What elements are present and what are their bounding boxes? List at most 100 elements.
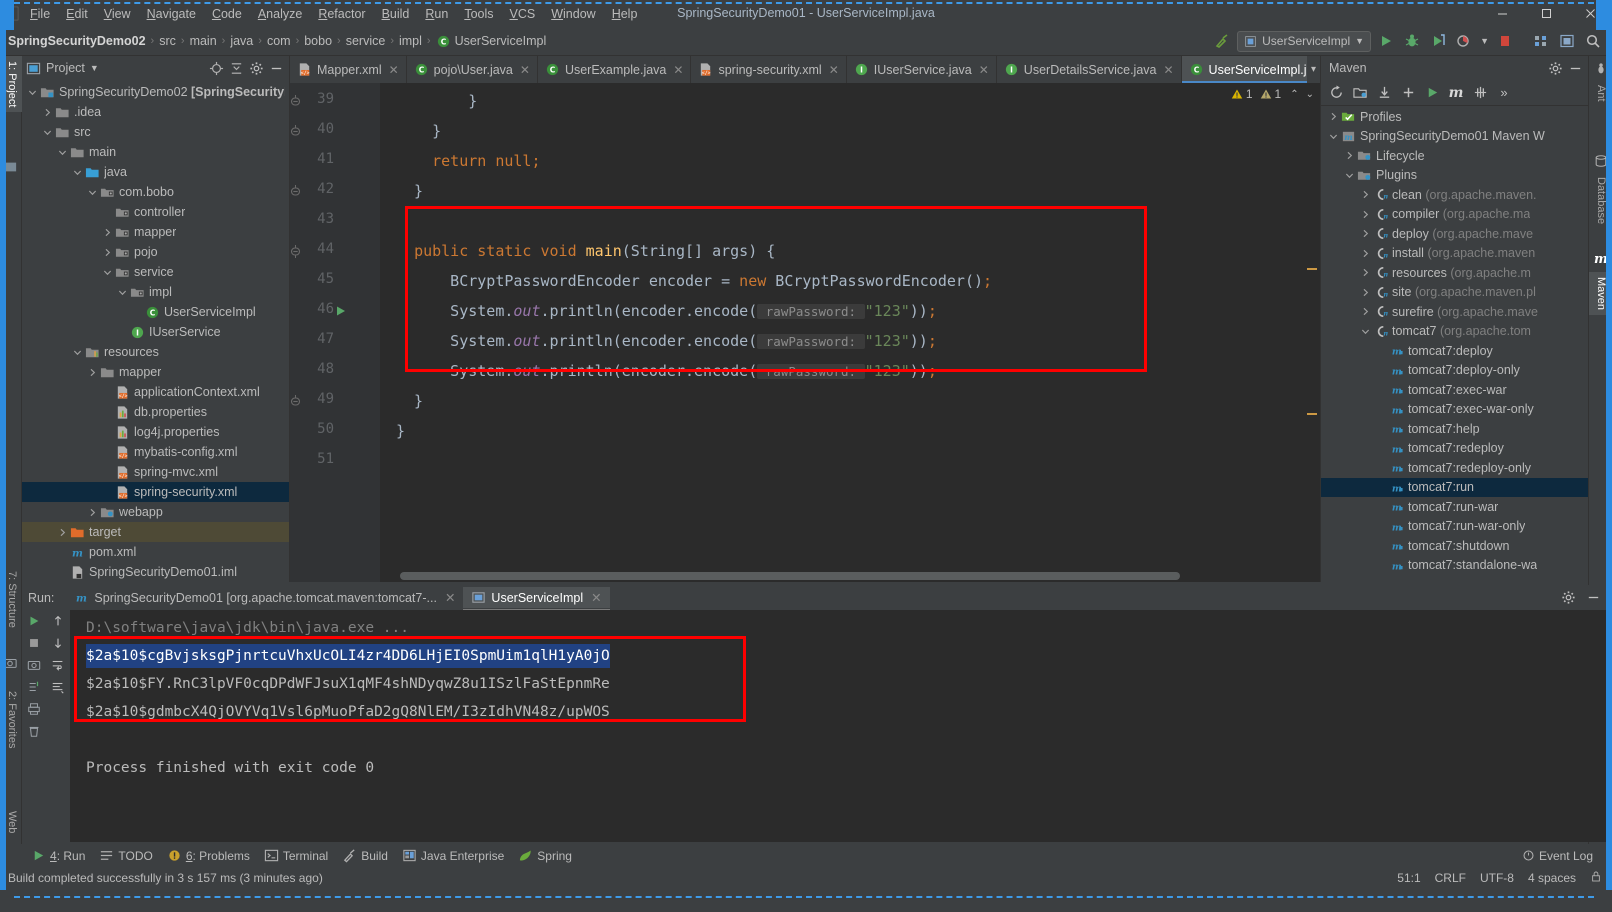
bottom-tab-6problems[interactable]: 6: Problems: [160, 846, 257, 865]
delete-icon[interactable]: [27, 724, 41, 741]
code-line[interactable]: System.out.println(encoder.encode( rawPa…: [396, 331, 937, 352]
close-icon[interactable]: ✕: [673, 63, 683, 77]
fold-marker-icon[interactable]: [290, 125, 301, 141]
breadcrumb-item-com[interactable]: com: [267, 34, 291, 48]
tree-node-mybatisconfigxml[interactable]: </> mybatis-config.xml: [22, 442, 289, 462]
breadcrumb-item-springsecuritydemo02[interactable]: SpringSecurityDemo02: [8, 34, 146, 48]
print-icon[interactable]: [27, 702, 41, 719]
event-log-button[interactable]: Event Log: [1515, 847, 1600, 865]
run-maven-goal-icon[interactable]: [1421, 82, 1443, 104]
execute-maven-goal-icon[interactable]: m: [1445, 82, 1467, 104]
editor-tabs-overflow[interactable]: ▾: [1306, 56, 1320, 83]
menu-item-window[interactable]: Window: [543, 3, 603, 25]
breadcrumb-item-impl[interactable]: impl: [399, 34, 422, 48]
run-tab-springsecuritydemo01orgapa[interactable]: m SpringSecurityDemo01 [org.apache.tomcat…: [66, 587, 463, 608]
maximize-button[interactable]: [1524, 0, 1568, 27]
code-line[interactable]: }: [396, 121, 441, 141]
tree-node-java[interactable]: java: [22, 162, 289, 182]
maven-node-tomcat7deployonly[interactable]: m tomcat7:deploy-only: [1321, 361, 1588, 381]
close-button[interactable]: [1568, 0, 1612, 27]
reimport-icon[interactable]: [1325, 82, 1347, 104]
menu-bar[interactable]: File Edit View Navigate Code Analyze Refactor B…: [22, 0, 645, 27]
tree-expander-icon[interactable]: [101, 422, 114, 442]
tree-expander-icon[interactable]: [1375, 497, 1388, 517]
bottom-tab-build[interactable]: Build: [335, 846, 395, 865]
editor-tab-mapperxml[interactable]: </> Mapper.xml ✕: [290, 56, 407, 83]
tree-expander-icon[interactable]: [1343, 146, 1356, 166]
maven-node-clean[interactable]: m clean (org.apache.maven.: [1321, 185, 1588, 205]
project-structure-icon[interactable]: [1530, 30, 1552, 52]
menu-item-view[interactable]: View: [96, 3, 139, 25]
chevron-down-icon[interactable]: ▼: [90, 63, 99, 73]
close-icon[interactable]: ✕: [979, 63, 989, 77]
build-hammer-icon[interactable]: [1211, 30, 1233, 52]
menu-item-analyze[interactable]: Analyze: [250, 3, 310, 25]
code-line[interactable]: }: [396, 391, 423, 411]
download-sources-icon[interactable]: [1373, 82, 1395, 104]
minimize-button[interactable]: [1480, 0, 1524, 27]
tree-expander-icon[interactable]: [1375, 399, 1388, 419]
tree-node-combobo[interactable]: com.bobo: [22, 182, 289, 202]
close-icon[interactable]: ✕: [591, 590, 601, 605]
tree-expander-icon[interactable]: [1359, 302, 1372, 322]
tree-expander-icon[interactable]: [1359, 243, 1372, 263]
menu-item-tools[interactable]: Tools: [456, 3, 501, 25]
lock-icon[interactable]: [1590, 870, 1602, 886]
breadcrumb-item-bobo[interactable]: bobo: [304, 34, 332, 48]
close-icon[interactable]: ✕: [1163, 63, 1173, 77]
run-with-coverage-button[interactable]: [1427, 30, 1449, 52]
menu-item-edit[interactable]: Edit: [58, 3, 96, 25]
breadcrumb-item-main[interactable]: main: [190, 34, 217, 48]
stop-button[interactable]: [1494, 30, 1516, 52]
add-maven-project-icon[interactable]: [1397, 82, 1419, 104]
locate-target-icon[interactable]: [207, 59, 225, 77]
menu-item-run[interactable]: Run: [417, 3, 456, 25]
tree-expander-icon[interactable]: [71, 162, 84, 182]
tree-node-userserviceimpl[interactable]: C UserServiceImpl: [22, 302, 289, 322]
tree-expander-icon[interactable]: [101, 402, 114, 422]
tree-node-impl[interactable]: impl: [22, 282, 289, 302]
debug-button[interactable]: [1401, 30, 1423, 52]
tree-node-pojo[interactable]: pojo: [22, 242, 289, 262]
tree-expander-icon[interactable]: [71, 342, 84, 362]
maven-node-tomcat7execwaronly[interactable]: m tomcat7:exec-war-only: [1321, 400, 1588, 420]
breadcrumb-item-src[interactable]: src: [159, 34, 176, 48]
run-console-output[interactable]: D:\software\java\jdk\bin\java.exe ... $2a…: [70, 610, 1612, 842]
tree-expander-icon[interactable]: [101, 382, 114, 402]
hide-panel-icon[interactable]: [1566, 59, 1584, 77]
code-text-area[interactable]: } } return null; } public static void ma…: [380, 83, 1320, 582]
tree-expander-icon[interactable]: [1359, 204, 1372, 224]
hide-panel-icon[interactable]: [267, 59, 285, 77]
close-icon[interactable]: ✕: [829, 63, 839, 77]
editor-tab-bar[interactable]: </> Mapper.xml ✕ Cpojo\User.java ✕ C UserExamp…: [290, 56, 1320, 83]
tree-expander-icon[interactable]: [1375, 419, 1388, 439]
gear-icon[interactable]: [247, 59, 265, 77]
collapse-all-icon[interactable]: [227, 59, 245, 77]
search-icon[interactable]: [1582, 30, 1604, 52]
tree-expander-icon[interactable]: [131, 302, 144, 322]
run-tab-bar[interactable]: m SpringSecurityDemo01 [org.apache.tomcat…: [66, 587, 610, 611]
stop-icon[interactable]: [27, 636, 41, 653]
tree-expander-icon[interactable]: [1375, 477, 1388, 497]
maven-node-resources[interactable]: m resources (org.apache.m: [1321, 263, 1588, 283]
settings-icon[interactable]: [1556, 30, 1578, 52]
tree-expander-icon[interactable]: [1375, 516, 1388, 536]
tree-expander-icon[interactable]: [1375, 341, 1388, 361]
tree-expander-icon[interactable]: [101, 442, 114, 462]
tree-expander-icon[interactable]: [56, 142, 69, 162]
menu-item-code[interactable]: Code: [204, 3, 250, 25]
menu-item-refactor[interactable]: Refactor: [310, 3, 373, 25]
maven-node-tomcat7redeploy[interactable]: m tomcat7:redeploy: [1321, 439, 1588, 459]
maven-node-plugins[interactable]: Plugins: [1321, 166, 1588, 186]
code-line[interactable]: public static void main(String[] args) {: [396, 241, 775, 261]
tree-node-springsecuritydemo02[interactable]: SpringSecurityDemo02 [SpringSecurityD: [22, 82, 289, 102]
maven-tree[interactable]: Profiles m SpringSecurityDemo01 Maven W Lif…: [1321, 107, 1588, 582]
tree-expander-icon[interactable]: [26, 82, 39, 102]
profiler-dropdown-icon[interactable]: ▼: [1480, 36, 1489, 46]
code-line[interactable]: System.out.println(encoder.encode( rawPa…: [396, 301, 937, 322]
tree-expander-icon[interactable]: [1375, 380, 1388, 400]
tree-node-springmvcxml[interactable]: </> spring-mvc.xml: [22, 462, 289, 482]
soft-wrap-icon[interactable]: [51, 658, 65, 675]
menu-item-vcs[interactable]: VCS: [502, 3, 544, 25]
chevron-down-icon[interactable]: ⌄: [1306, 89, 1314, 100]
